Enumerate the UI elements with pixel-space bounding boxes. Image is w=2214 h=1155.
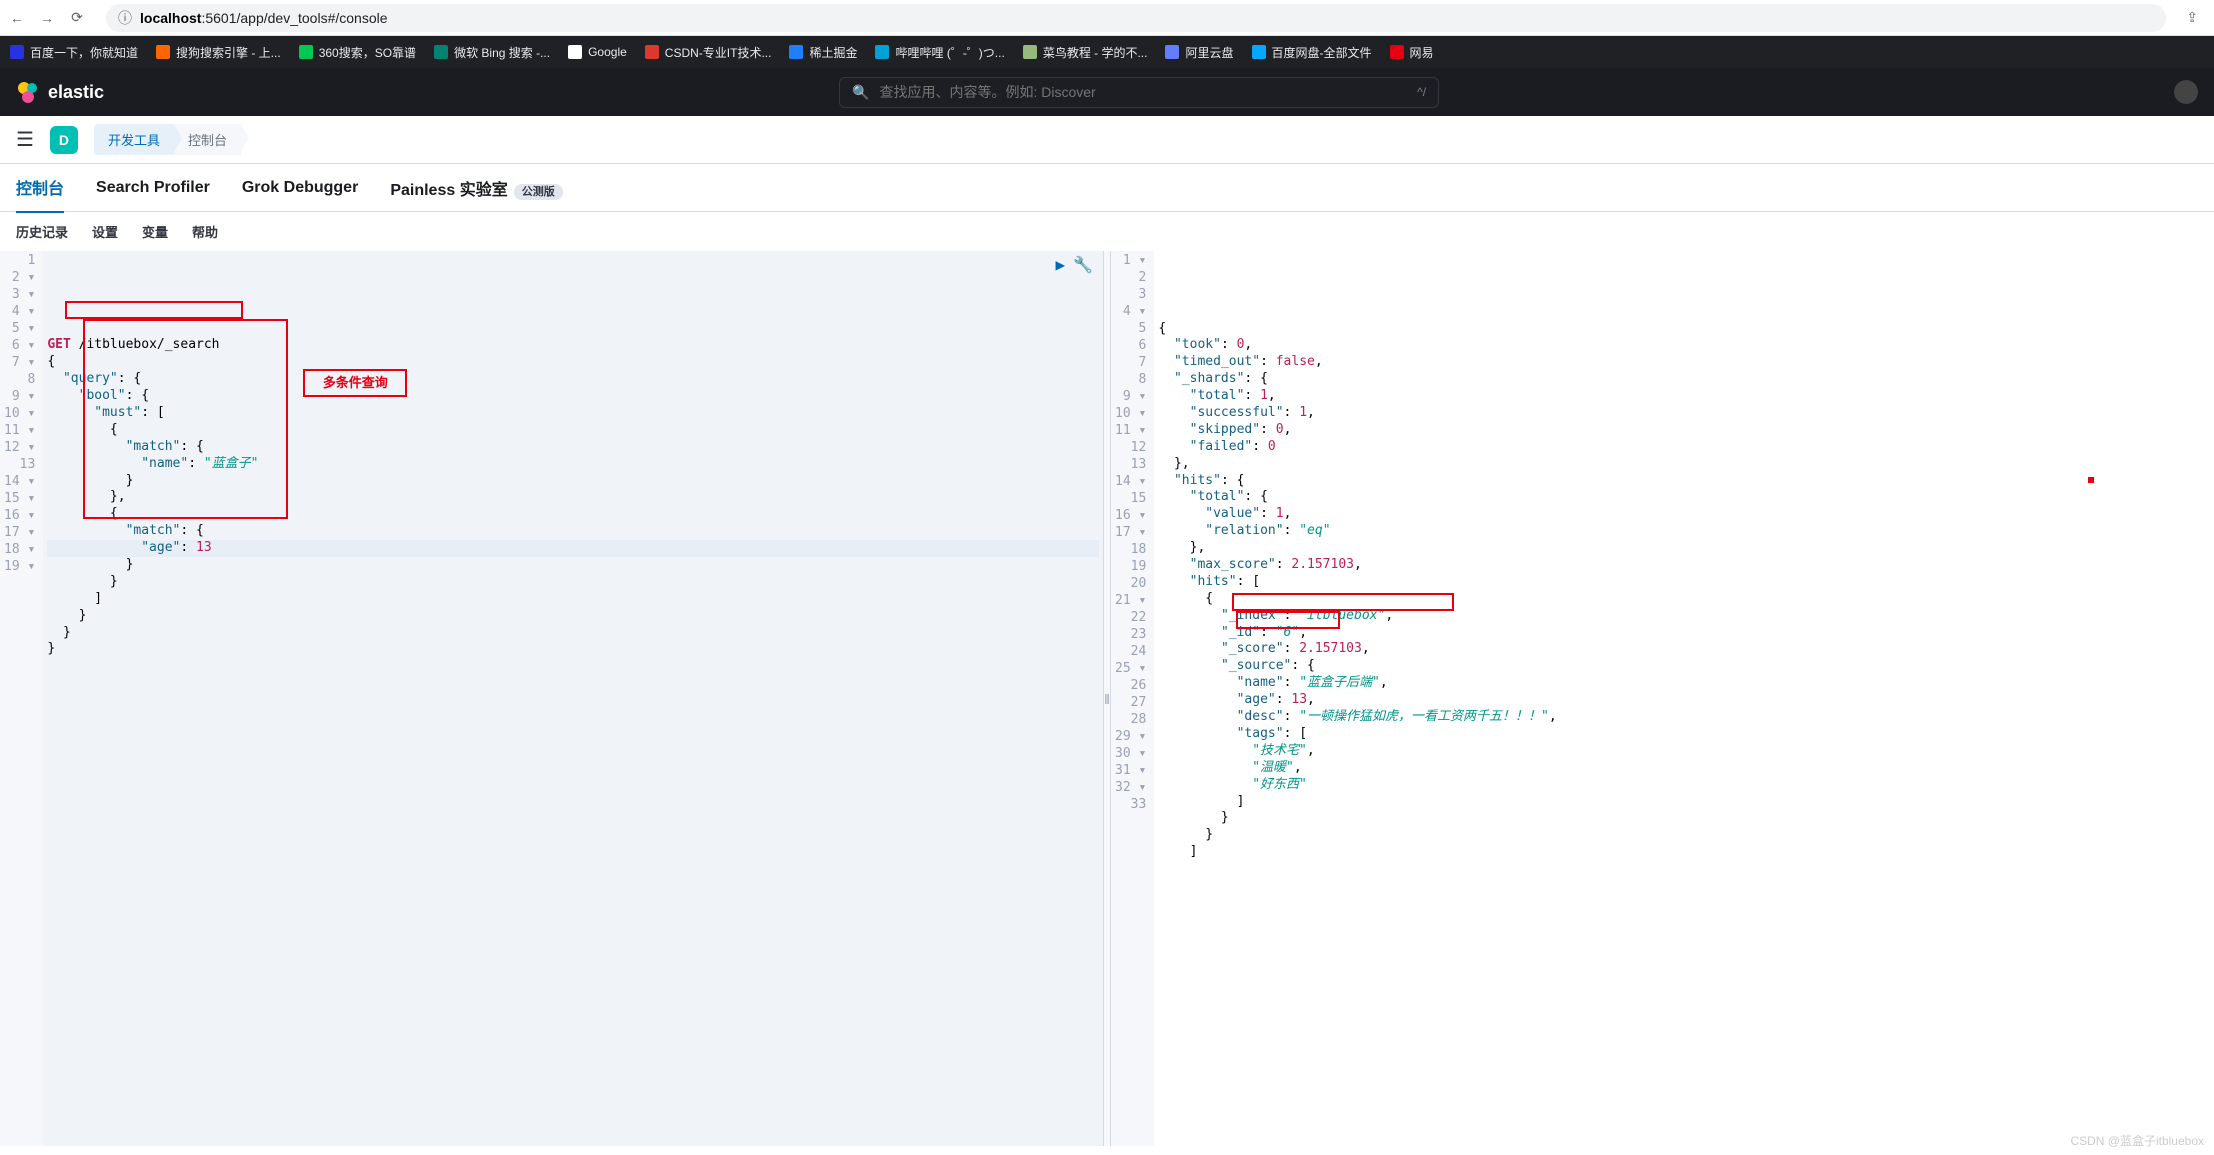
global-search-input[interactable] [879,84,1407,100]
share-icon[interactable]: ⇪ [2178,9,2206,26]
pane-divider[interactable]: ‖ [1103,251,1111,1146]
back-button[interactable]: ← [8,9,26,27]
url-text: localhost:5601/app/dev_tools#/console [140,10,388,26]
run-request-icon[interactable]: ▶ [1055,255,1065,276]
submenu-history[interactable]: 历史记录 [16,222,68,241]
site-info-icon[interactable]: ⓘ [118,8,132,28]
console-submenu: 历史记录 设置 变量 帮助 [0,212,2214,251]
user-avatar[interactable] [2174,80,2198,104]
tab-grok-debugger[interactable]: Grok Debugger [242,167,358,209]
breadcrumb: 开发工具 控制台 [94,124,241,155]
bookmark-item[interactable]: CSDN-专业IT技术... [645,44,772,61]
bookmark-item[interactable]: 网易 [1390,44,1434,61]
request-gutter: 12 ▾3 ▾4 ▾5 ▾6 ▾7 ▾89 ▾10 ▾11 ▾12 ▾1314 … [0,251,43,1146]
search-shortcut: ^/ [1417,85,1426,99]
submenu-settings[interactable]: 设置 [92,222,118,241]
bookmark-item[interactable]: 百度一下，你就知道 [10,44,138,61]
wrench-icon[interactable]: 🔧 [1073,255,1093,276]
annotation-box-age [1236,611,1340,629]
tab-console[interactable]: 控制台 [16,163,64,213]
bookmark-item[interactable]: Google [568,45,627,59]
es-header: elastic 🔍 ^/ [0,68,2214,116]
app-bar: ☰ D 开发工具 控制台 [0,116,2214,164]
global-search[interactable]: 🔍 ^/ [839,77,1439,108]
reload-button[interactable]: ⟳ [68,9,86,27]
beta-badge: 公测版 [514,184,563,200]
address-bar[interactable]: ⓘ localhost:5601/app/dev_tools#/console [106,4,2166,32]
app-badge: D [50,126,78,154]
bookmark-item[interactable]: 百度网盘-全部文件 [1252,44,1372,61]
bookmarks-bar: 百度一下，你就知道 搜狗搜索引擎 - 上... 360搜索，SO靠谱 微软 Bi… [0,36,2214,68]
bookmark-item[interactable]: 阿里云盘 [1165,44,1233,61]
request-pane: 12 ▾3 ▾4 ▾5 ▾6 ▾7 ▾89 ▾10 ▾11 ▾12 ▾1314 … [0,251,1103,1146]
tab-search-profiler[interactable]: Search Profiler [96,167,210,209]
submenu-help[interactable]: 帮助 [192,222,218,241]
es-logo[interactable]: elastic [16,80,104,104]
es-logo-text: elastic [48,82,104,103]
bookmark-item[interactable]: 微软 Bing 搜索 -... [434,44,550,61]
annotation-label: 多条件查询 [303,369,407,397]
annotation-box-bool [65,301,243,319]
bookmark-item[interactable]: 搜狗搜索引擎 - 上... [156,44,281,61]
request-editor[interactable]: ▶ 🔧 多条件查询 GET /itbluebox/_search { "quer… [43,251,1103,1146]
bookmark-item[interactable]: 哔哩哔哩 (゜-゜)つ... [875,44,1004,61]
bookmark-item[interactable]: 360搜索，SO靠谱 [299,44,416,61]
nav-toggle[interactable]: ☰ [16,127,34,152]
response-pane: 1 ▾234 ▾56789 ▾10 ▾11 ▾121314 ▾1516 ▾17 … [1111,251,2214,1146]
submenu-variables[interactable]: 变量 [142,222,168,241]
bookmark-item[interactable]: 稀土掘金 [789,44,857,61]
response-viewer: { "took": 0, "timed_out": false, "_shard… [1154,251,2214,1146]
browser-navbar: ← → ⟳ ⓘ localhost:5601/app/dev_tools#/co… [0,0,2214,36]
tab-painless-lab[interactable]: Painless 实验室公测版 [390,164,562,212]
bookmark-item[interactable]: 菜鸟教程 - 学的不... [1023,44,1148,61]
devtools-tabs: 控制台 Search Profiler Grok Debugger Painle… [0,164,2214,212]
annotation-box-must [83,319,288,519]
response-gutter: 1 ▾234 ▾56789 ▾10 ▾11 ▾121314 ▾1516 ▾17 … [1111,251,1154,1146]
watermark: CSDN @蓝盒子itbluebox [2070,1132,2204,1149]
crumb-console[interactable]: 控制台 [174,124,241,155]
annotation-box-name [1232,593,1454,611]
annotation-dot [2088,477,2094,483]
crumb-devtools[interactable]: 开发工具 [94,124,174,155]
console-split: 12 ▾3 ▾4 ▾5 ▾6 ▾7 ▾89 ▾10 ▾11 ▾12 ▾1314 … [0,251,2214,1146]
forward-button[interactable]: → [38,9,56,27]
search-icon: 🔍 [852,84,869,101]
